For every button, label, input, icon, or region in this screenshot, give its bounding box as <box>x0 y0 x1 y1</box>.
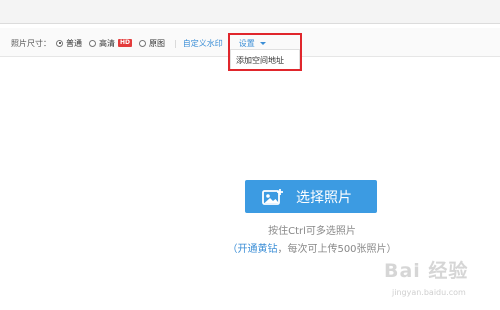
size-option-hd-label[interactable]: 高清 <box>99 38 115 49</box>
settings-dropdown-menu: 添加空间地址 <box>230 49 300 70</box>
window-top-strip <box>0 0 500 24</box>
size-option-normal-label[interactable]: 普通 <box>66 38 82 49</box>
caret-down-icon[interactable] <box>259 41 266 45</box>
vip-hint: （开通黄钻，每次可上传500张照片） <box>0 240 500 255</box>
paren-open: （ <box>227 244 238 255</box>
toolbar-row: 照片尺寸： 普通 高清 HD 原图 | 自定义水印 设置 <box>11 37 266 49</box>
baidu-jingyan-watermark: Bai 经验 jingyan.baidu.com <box>382 256 500 306</box>
size-option-original-label[interactable]: 原图 <box>149 38 165 49</box>
vip-hint-rest: ，每次可上传500张照片） <box>277 244 397 255</box>
toolbar-separator: | <box>174 38 177 48</box>
size-option-normal[interactable]: 普通 <box>56 38 82 49</box>
select-photos-label[interactable]: 选择照片 <box>296 187 352 207</box>
top-strip-border <box>0 23 500 24</box>
select-photos-button[interactable]: 选择照片 <box>245 180 377 213</box>
radio-unselected-icon[interactable] <box>139 39 147 47</box>
vip-link[interactable]: 开通黄钻 <box>237 244 277 255</box>
size-option-hd[interactable]: 高清 HD <box>89 38 133 49</box>
hd-badge: HD <box>118 39 133 47</box>
add-photo-icon <box>262 189 283 205</box>
radio-selected-icon[interactable] <box>56 39 63 47</box>
settings-label[interactable]: 设置 <box>239 38 255 49</box>
custom-watermark-link[interactable]: 自定义水印 <box>183 38 223 49</box>
photo-size-label: 照片尺寸： <box>11 38 51 48</box>
watermark-title: Bai 经验 <box>384 260 469 282</box>
size-option-original[interactable]: 原图 <box>139 38 165 49</box>
multi-select-hint: 按住Ctrl可多选照片 <box>268 226 356 237</box>
watermark-url: jingyan.baidu.com <box>392 288 466 297</box>
menu-item-add-space-address[interactable]: 添加空间地址 <box>236 55 284 66</box>
settings-dropdown-toggle[interactable]: 设置 <box>239 38 266 49</box>
radio-unselected-icon[interactable] <box>89 39 96 47</box>
